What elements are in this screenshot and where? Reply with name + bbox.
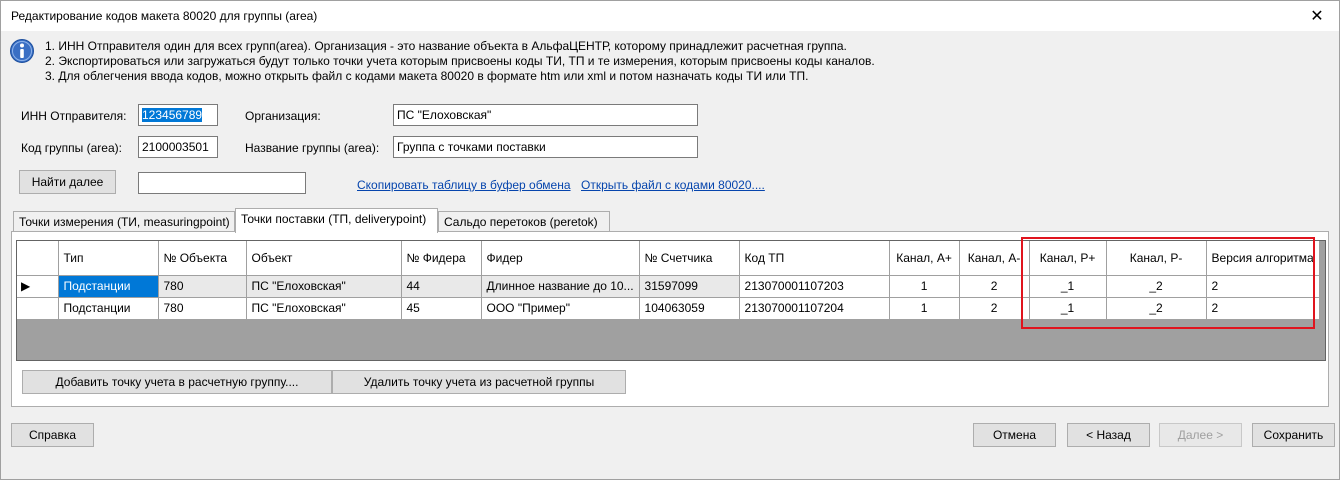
- save-button[interactable]: Сохранить: [1252, 423, 1335, 447]
- table-cell[interactable]: Подстанции: [58, 275, 159, 298]
- back-button[interactable]: < Назад: [1067, 423, 1150, 447]
- table-cell[interactable]: 780: [158, 275, 247, 298]
- table-cell[interactable]: 45: [401, 297, 482, 320]
- header-row: Тип № Объекта Объект № Фидера Фидер № Сч…: [17, 241, 1320, 276]
- column-header[interactable]: Канал, А-: [959, 241, 1030, 276]
- column-header[interactable]: Тип: [58, 241, 159, 276]
- column-header[interactable]: Канал, А+: [889, 241, 960, 276]
- table-cell[interactable]: 31597099: [639, 275, 740, 298]
- table-cell[interactable]: ООО "Пример": [481, 297, 640, 320]
- data-grid[interactable]: Тип № Объекта Объект № Фидера Фидер № Сч…: [16, 240, 1326, 361]
- table-cell[interactable]: 780: [158, 297, 247, 320]
- column-header[interactable]: № Счетчика: [639, 241, 740, 276]
- table-cell[interactable]: 1: [889, 275, 960, 298]
- table-cell[interactable]: 2: [959, 275, 1030, 298]
- group-code-field[interactable]: 2100003501: [138, 136, 218, 158]
- column-header[interactable]: Канал, Р+: [1029, 241, 1107, 276]
- column-header[interactable]: Канал, Р-: [1106, 241, 1207, 276]
- title-bar: Редактирование кодов макета 80020 для гр…: [1, 1, 1339, 31]
- tab-peretok[interactable]: Сальдо перетоков (peretok): [438, 211, 610, 232]
- row-header-corner: [17, 241, 59, 276]
- org-field[interactable]: ПС "Елоховская": [393, 104, 698, 126]
- close-icon[interactable]: ✕: [1295, 1, 1339, 31]
- dialog-window: Редактирование кодов макета 80020 для гр…: [0, 0, 1340, 480]
- points-table: Тип № Объекта Объект № Фидера Фидер № Сч…: [17, 241, 1320, 320]
- column-header[interactable]: № Фидера: [401, 241, 482, 276]
- table-cell[interactable]: _1: [1029, 275, 1107, 298]
- table-cell[interactable]: 2: [1206, 297, 1320, 320]
- table-cell[interactable]: Длинное название до 10...: [481, 275, 640, 298]
- window-title: Редактирование кодов макета 80020 для гр…: [11, 9, 318, 23]
- org-label: Организация:: [245, 109, 321, 123]
- search-input[interactable]: [138, 172, 306, 194]
- table-cell[interactable]: _2: [1106, 297, 1207, 320]
- add-point-button[interactable]: Добавить точку учета в расчетную группу.…: [22, 370, 332, 394]
- table-row[interactable]: ▶ Подстанции 780 ПС "Елоховская" 44 Длин…: [17, 275, 1320, 298]
- table-cell[interactable]: 213070001107203: [739, 275, 890, 298]
- current-row-marker-icon[interactable]: ▶: [17, 275, 59, 298]
- table-cell[interactable]: 104063059: [639, 297, 740, 320]
- column-header[interactable]: Фидер: [481, 241, 640, 276]
- remove-point-button[interactable]: Удалить точку учета из расчетной группы: [332, 370, 626, 394]
- table-cell[interactable]: 2: [959, 297, 1030, 320]
- group-name-field[interactable]: Группа с точками поставки: [393, 136, 698, 158]
- info-line: 1. ИНН Отправителя один для всех групп(a…: [45, 39, 847, 53]
- cancel-button[interactable]: Отмена: [973, 423, 1056, 447]
- table-cell[interactable]: 44: [401, 275, 482, 298]
- find-next-button[interactable]: Найти далее: [19, 170, 116, 194]
- column-header[interactable]: Объект: [246, 241, 402, 276]
- info-line: 3. Для облегчения ввода кодов, можно отк…: [45, 69, 809, 83]
- next-button[interactable]: Далее >: [1159, 423, 1242, 447]
- column-header[interactable]: Код ТП: [739, 241, 890, 276]
- column-header[interactable]: Версия алгоритма: [1206, 241, 1320, 276]
- table-row[interactable]: Подстанции 780 ПС "Елоховская" 45 ООО "П…: [17, 297, 1320, 320]
- inn-field[interactable]: 123456789: [138, 104, 218, 126]
- info-line: 2. Экспортироваться или загружаться буду…: [45, 54, 875, 68]
- table-cell[interactable]: 1: [889, 297, 960, 320]
- table-cell[interactable]: _2: [1106, 275, 1207, 298]
- table-cell[interactable]: Подстанции: [58, 297, 159, 320]
- info-icon: [10, 39, 34, 63]
- tab-measuring-points[interactable]: Точки измерения (ТИ, measuringpoint): [13, 211, 235, 232]
- help-button[interactable]: Справка: [11, 423, 94, 447]
- inn-value: 123456789: [142, 108, 203, 122]
- tab-panel: Тип № Объекта Объект № Фидера Фидер № Сч…: [11, 231, 1329, 407]
- copy-table-link[interactable]: Скопировать таблицу в буфер обмена: [357, 178, 571, 192]
- table-cell[interactable]: 213070001107204: [739, 297, 890, 320]
- table-cell[interactable]: ПС "Елоховская": [246, 297, 402, 320]
- inn-label: ИНН Отправителя:: [21, 109, 127, 123]
- info-text: 1. ИНН Отправителя один для всех групп(a…: [45, 39, 875, 84]
- table-cell[interactable]: 2: [1206, 275, 1320, 298]
- tab-delivery-points[interactable]: Точки поставки (ТП, deliverypoint): [235, 208, 438, 233]
- group-name-label: Название группы (area):: [245, 141, 380, 155]
- column-header[interactable]: № Объекта: [158, 241, 247, 276]
- table-cell[interactable]: _1: [1029, 297, 1107, 320]
- open-codes-file-link[interactable]: Открыть файл с кодами 80020....: [581, 178, 765, 192]
- table-cell[interactable]: ПС "Елоховская": [246, 275, 402, 298]
- row-header[interactable]: [17, 297, 59, 320]
- group-code-label: Код группы (area):: [21, 141, 122, 155]
